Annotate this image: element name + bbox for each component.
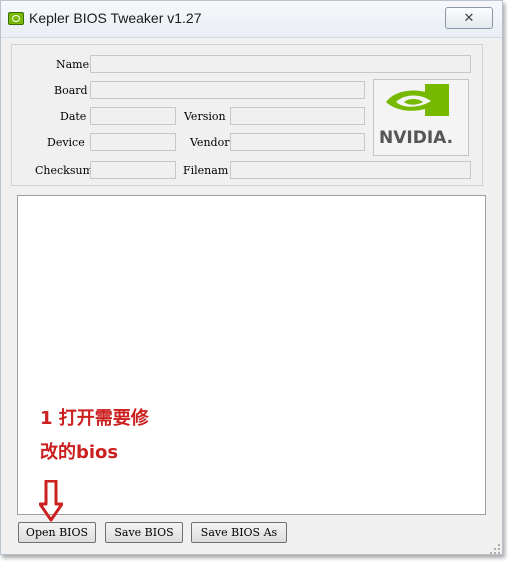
save-bios-button[interactable]: Save BIOS <box>105 522 183 543</box>
nvidia-eye-icon <box>386 84 449 116</box>
device-field <box>90 133 176 151</box>
resize-grip-icon[interactable] <box>489 543 501 555</box>
date-field <box>90 107 176 125</box>
name-label: Name <box>56 58 90 71</box>
title-bar[interactable]: Kepler BIOS Tweaker v1.27 ✕ <box>1 1 502 38</box>
date-label: Date <box>60 110 87 123</box>
checksum-label: Checksum <box>35 164 93 177</box>
output-log-area[interactable]: 1 打开需要修 改的bios <box>17 195 486 515</box>
bios-info-panel: Name Board Date Version Device Vendor Ch… <box>11 44 483 186</box>
app-icon <box>8 12 24 25</box>
vendor-field <box>230 133 365 151</box>
device-label: Device <box>47 136 85 149</box>
main-window: Kepler BIOS Tweaker v1.27 ✕ Name Board D… <box>0 0 503 555</box>
board-label: Board <box>54 84 88 97</box>
nvidia-wordmark: NVIDIA. <box>379 128 454 148</box>
board-field <box>90 81 365 99</box>
filename-label: Filenam <box>183 164 229 177</box>
annotation-line-1: 1 打开需要修 <box>40 408 149 429</box>
version-label: Version <box>184 110 226 123</box>
annotation-line-2: 改的bios <box>40 442 119 463</box>
checksum-field <box>90 161 176 179</box>
name-field <box>90 55 471 73</box>
vendor-label: Vendor <box>190 136 230 149</box>
filename-field <box>230 161 471 179</box>
save-bios-as-button[interactable]: Save BIOS As <box>191 522 287 543</box>
window-title: Kepler BIOS Tweaker v1.27 <box>29 10 202 26</box>
version-field <box>230 107 365 125</box>
close-button[interactable]: ✕ <box>445 7 493 29</box>
nvidia-logo: NVIDIA. <box>373 79 469 156</box>
red-arrow-icon <box>39 480 63 522</box>
open-bios-button[interactable]: Open BIOS <box>18 522 96 543</box>
